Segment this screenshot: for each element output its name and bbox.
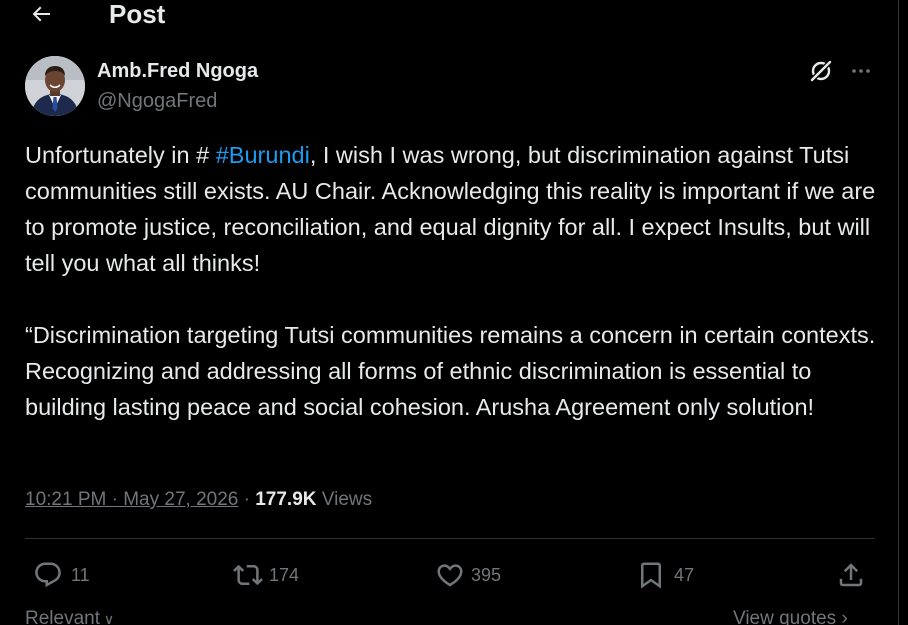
repost-icon — [233, 564, 263, 586]
share-icon — [839, 563, 863, 587]
chevron-down-icon: ∨ — [100, 611, 115, 625]
like-count: 395 — [471, 564, 502, 585]
author-name[interactable]: Amb.Fred Ngoga — [97, 59, 258, 83]
arrow-left-icon — [32, 6, 50, 22]
share-button[interactable] — [836, 558, 866, 592]
meta-separator: · — [238, 489, 256, 510]
views-count[interactable]: 177.9K — [255, 489, 316, 510]
back-button[interactable] — [26, 0, 56, 28]
reply-button[interactable]: 11 — [33, 558, 90, 592]
view-quotes-link[interactable]: View quotes › — [733, 608, 848, 625]
post-timestamp[interactable]: 10:21 PM · May 27, 2026 — [25, 489, 238, 510]
bookmark-count: 47 — [674, 564, 695, 585]
sort-replies-dropdown[interactable]: Relevant ∨ — [25, 608, 114, 625]
views-label: Views — [316, 489, 373, 510]
reply-count: 11 — [71, 564, 90, 585]
page-title: Post — [109, 0, 166, 29]
post-page: Post Amb.Fred Ngoga @NgogaFred Unfortuna… — [0, 0, 908, 625]
chevron-right-icon: › — [836, 608, 848, 625]
avatar[interactable] — [25, 56, 85, 116]
sort-label: Relevant — [25, 608, 100, 625]
like-button[interactable]: 395 — [435, 558, 501, 592]
more-horizontal-icon — [852, 69, 870, 73]
hashtag-link[interactable]: #Burundi — [216, 142, 310, 168]
post-header: Post — [0, 0, 899, 32]
post-body: Unfortunately in # #Burundi, I wish I wa… — [25, 137, 885, 425]
heart-icon — [437, 564, 463, 587]
post-paragraph-quote: “Discrimination targeting Tutsi communit… — [25, 322, 876, 420]
grok-icon — [810, 60, 832, 82]
post-meta: 10:21 PM · May 27, 2026 · 177.9K Views — [25, 486, 372, 514]
bookmark-icon — [641, 562, 661, 589]
repost-button[interactable]: 174 — [231, 558, 299, 592]
avatar-photo — [25, 56, 85, 116]
view-quotes-label: View quotes — [733, 608, 837, 625]
more-options-button[interactable] — [846, 56, 876, 86]
repost-count: 174 — [269, 564, 300, 585]
reply-icon — [35, 562, 61, 588]
divider — [25, 538, 875, 539]
post-paragraph: Unfortunately in # #Burundi, I wish I wa… — [25, 137, 885, 281]
bookmark-button[interactable]: 47 — [636, 558, 694, 592]
post-text-intro: Unfortunately in # — [25, 142, 216, 168]
author-handle[interactable]: @NgogaFred — [97, 89, 217, 113]
grok-button[interactable] — [806, 56, 836, 86]
